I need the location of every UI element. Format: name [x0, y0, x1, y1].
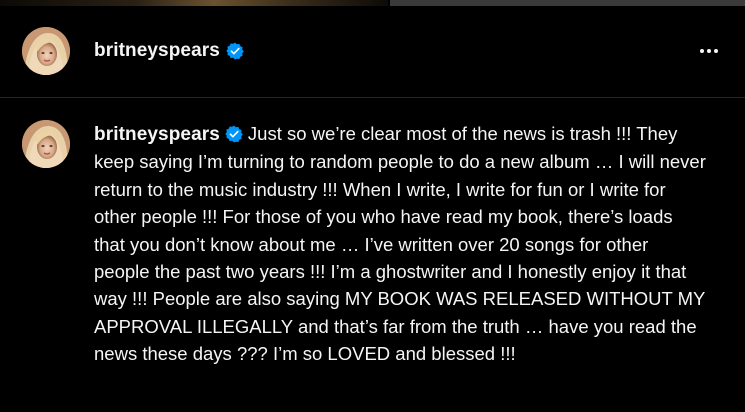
profile-photo [22, 120, 70, 168]
post-header: britneyspears [0, 6, 745, 96]
divider [0, 97, 745, 98]
verified-badge-icon [226, 42, 244, 60]
verified-badge-icon [225, 125, 243, 143]
avatar[interactable] [22, 27, 70, 75]
caption-avatar[interactable] [22, 120, 70, 168]
caption-text: Just so we’re clear most of the news is … [94, 123, 706, 365]
username[interactable]: britneyspears [94, 40, 220, 62]
profile-photo [22, 27, 70, 75]
more-options-button[interactable] [697, 39, 721, 63]
post-caption: britneyspears Just so we’re clear most of… [22, 120, 722, 368]
more-options-icon [700, 49, 704, 53]
caption-text-block: britneyspears Just so we’re clear most of… [94, 120, 706, 368]
caption-username[interactable]: britneyspears [94, 124, 220, 145]
